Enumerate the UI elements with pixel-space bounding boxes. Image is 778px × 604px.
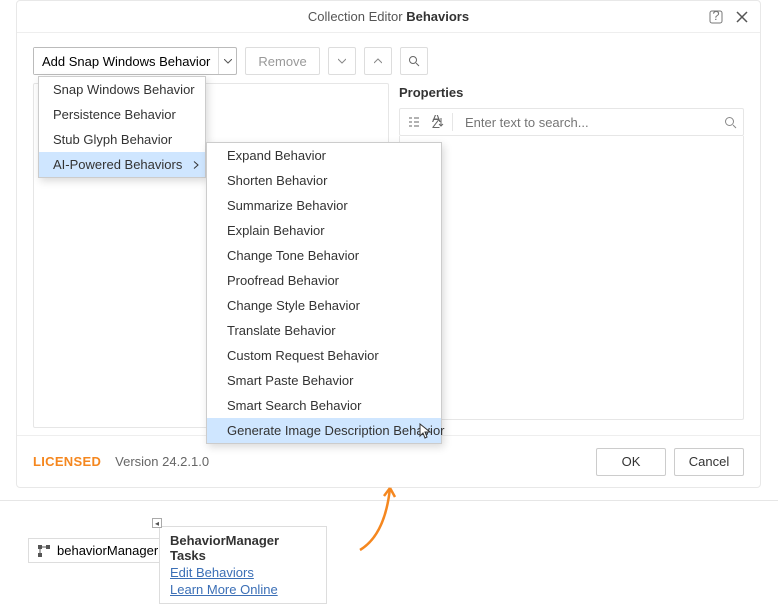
svg-text:?: ? bbox=[712, 10, 719, 23]
title-controls: ? bbox=[706, 7, 752, 27]
submenu-item-smart-paste[interactable]: Smart Paste Behavior bbox=[207, 368, 441, 393]
submenu-item-expand[interactable]: Expand Behavior bbox=[207, 143, 441, 168]
svg-text:Z: Z bbox=[432, 116, 440, 129]
license-badge: LICENSED bbox=[33, 454, 101, 469]
help-icon[interactable]: ? bbox=[706, 7, 726, 27]
dropdown-item-persistence[interactable]: Persistence Behavior bbox=[39, 102, 205, 127]
title-bar: Collection Editor Behaviors ? bbox=[17, 1, 760, 33]
divider bbox=[452, 113, 453, 131]
component-icon bbox=[37, 544, 51, 558]
dropdown-item-label: AI-Powered Behaviors bbox=[53, 157, 182, 172]
categorized-icon[interactable] bbox=[404, 112, 424, 132]
submenu-item-translate[interactable]: Translate Behavior bbox=[207, 318, 441, 343]
component-name: behaviorManager1 bbox=[57, 543, 165, 558]
cursor-icon bbox=[419, 423, 431, 439]
add-behavior-label[interactable]: Add Snap Windows Behavior bbox=[34, 48, 218, 74]
separator bbox=[0, 500, 778, 501]
annotation-arrow bbox=[350, 480, 430, 560]
smart-tag-glyph[interactable]: ◂ bbox=[152, 518, 162, 528]
search-icon[interactable] bbox=[724, 116, 737, 129]
component-tray-item[interactable]: behaviorManager1 bbox=[28, 538, 174, 563]
smart-tag-popup: ◂ BehaviorManager Tasks Edit Behaviors L… bbox=[159, 526, 327, 604]
chevron-down-icon[interactable] bbox=[218, 48, 236, 74]
dropdown-item-snap-windows[interactable]: Snap Windows Behavior bbox=[39, 77, 205, 102]
submenu-item-custom-request[interactable]: Custom Request Behavior bbox=[207, 343, 441, 368]
properties-search-input[interactable] bbox=[457, 115, 743, 130]
close-icon[interactable] bbox=[732, 7, 752, 27]
add-behavior-split-button[interactable]: Add Snap Windows Behavior bbox=[33, 47, 237, 75]
ai-behaviors-submenu: Expand Behavior Shorten Behavior Summari… bbox=[206, 142, 442, 444]
submenu-item-label: Generate Image Description Behavior bbox=[227, 423, 445, 438]
submenu-item-summarize[interactable]: Summarize Behavior bbox=[207, 193, 441, 218]
submenu-item-proofread[interactable]: Proofread Behavior bbox=[207, 268, 441, 293]
cancel-button[interactable]: Cancel bbox=[674, 448, 744, 476]
submenu-item-explain[interactable]: Explain Behavior bbox=[207, 218, 441, 243]
learn-more-link[interactable]: Learn More Online bbox=[170, 582, 316, 597]
move-up-button[interactable] bbox=[364, 47, 392, 75]
properties-search bbox=[457, 115, 743, 130]
submenu-item-shorten[interactable]: Shorten Behavior bbox=[207, 168, 441, 193]
remove-button[interactable]: Remove bbox=[245, 47, 319, 75]
dropdown-item-stub-glyph[interactable]: Stub Glyph Behavior bbox=[39, 127, 205, 152]
tasks-header: BehaviorManager Tasks bbox=[170, 533, 316, 563]
properties-grid[interactable] bbox=[399, 136, 744, 420]
edit-behaviors-link[interactable]: Edit Behaviors bbox=[170, 565, 316, 580]
version-label: Version 24.2.1.0 bbox=[115, 454, 209, 469]
title-bold: Behaviors bbox=[406, 9, 469, 24]
submenu-item-change-tone[interactable]: Change Tone Behavior bbox=[207, 243, 441, 268]
add-behavior-dropdown: Snap Windows Behavior Persistence Behavi… bbox=[38, 76, 206, 178]
submenu-item-change-style[interactable]: Change Style Behavior bbox=[207, 293, 441, 318]
submenu-item-smart-search[interactable]: Smart Search Behavior bbox=[207, 393, 441, 418]
properties-label: Properties bbox=[399, 83, 744, 108]
alphabetical-icon[interactable]: AZ bbox=[428, 112, 448, 132]
move-down-button[interactable] bbox=[328, 47, 356, 75]
ok-button[interactable]: OK bbox=[596, 448, 666, 476]
chevron-right-icon bbox=[193, 160, 199, 169]
properties-toolbar: AZ bbox=[399, 108, 744, 136]
submenu-item-generate-image-description[interactable]: Generate Image Description Behavior bbox=[207, 418, 441, 443]
search-tool-button[interactable] bbox=[400, 47, 428, 75]
dropdown-item-ai-powered[interactable]: AI-Powered Behaviors bbox=[39, 152, 205, 177]
title-prefix: Collection Editor bbox=[308, 9, 406, 24]
properties-panel: Properties AZ bbox=[399, 83, 744, 428]
dialog-title: Collection Editor Behaviors bbox=[308, 9, 469, 24]
